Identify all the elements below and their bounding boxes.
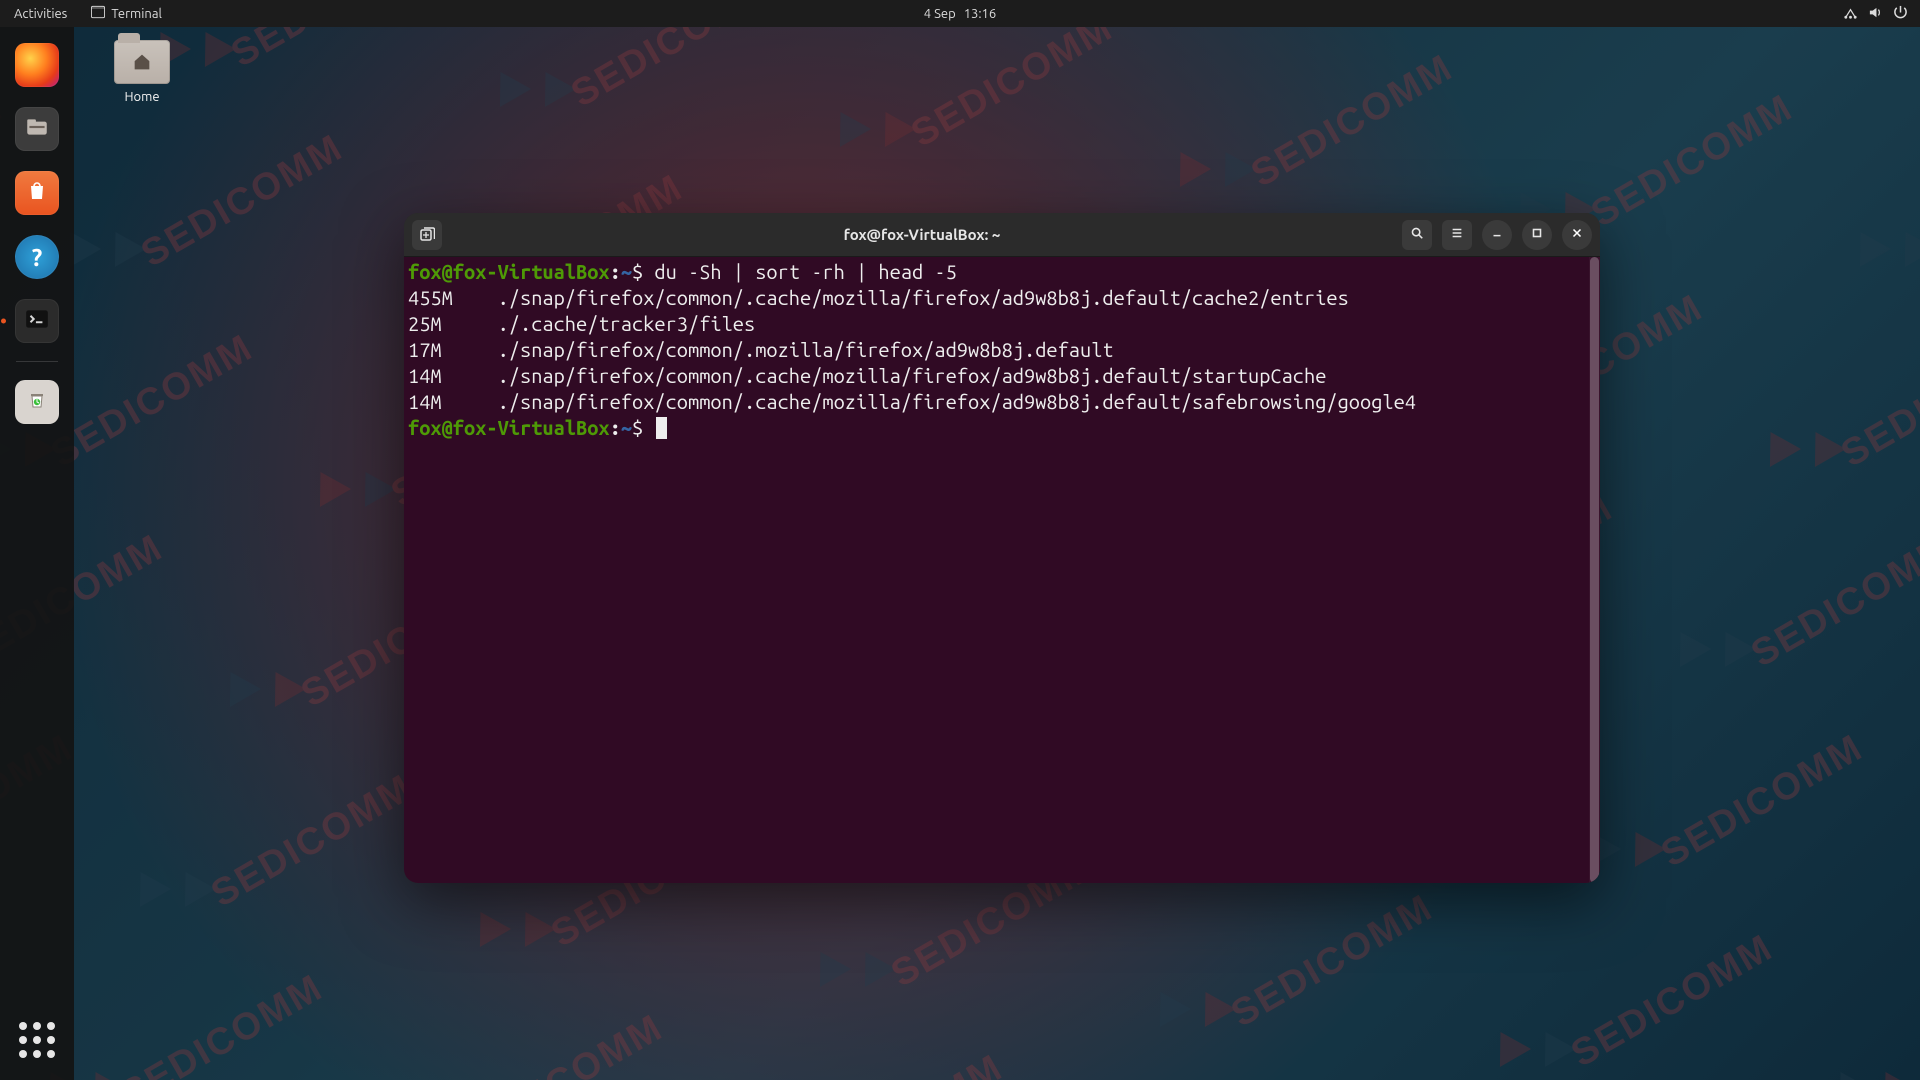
search-icon xyxy=(1410,226,1424,244)
clock[interactable]: 4 Sep 13:16 xyxy=(924,7,996,21)
menu-icon xyxy=(1450,226,1464,244)
trash-icon xyxy=(25,388,49,416)
scrollbar-thumb[interactable] xyxy=(1590,257,1599,883)
terminal-body[interactable]: fox@fox-VirtualBox:~$ du -Sh | sort -rh … xyxy=(404,257,1600,883)
shopping-bag-icon xyxy=(25,179,49,207)
cursor xyxy=(656,417,667,439)
show-applications-button[interactable] xyxy=(11,1014,63,1066)
dock-terminal[interactable] xyxy=(9,293,65,349)
volume-icon xyxy=(1868,5,1883,23)
hamburger-menu-button[interactable] xyxy=(1442,220,1472,250)
appmenu-label: Terminal xyxy=(111,7,162,21)
dock-separator xyxy=(16,361,58,362)
minimize-icon xyxy=(1490,226,1504,244)
new-tab-button[interactable] xyxy=(412,220,442,250)
dock: ? xyxy=(0,27,74,1080)
terminal-line-prompt: fox@fox-VirtualBox:~$ xyxy=(408,415,1596,441)
top-bar: Activities Terminal 4 Sep 13:16 xyxy=(0,0,1920,27)
dock-files[interactable] xyxy=(9,101,65,157)
terminal-output-line: 14M ./snap/firefox/common/.cache/mozilla… xyxy=(408,363,1596,389)
close-icon xyxy=(1570,226,1584,244)
desktop-home-folder[interactable]: Home xyxy=(92,40,192,104)
dock-help[interactable]: ? xyxy=(9,229,65,285)
dock-software[interactable] xyxy=(9,165,65,221)
terminal-output-line: 25M ./.cache/tracker3/files xyxy=(408,311,1596,337)
terminal-line-command: fox@fox-VirtualBox:~$ du -Sh | sort -rh … xyxy=(408,259,1596,285)
maximize-button[interactable] xyxy=(1522,220,1552,250)
clock-time: 13:16 xyxy=(964,7,997,21)
dock-trash[interactable] xyxy=(9,374,65,430)
window-title: fox@fox-VirtualBox: ~ xyxy=(442,226,1402,243)
desktop-home-label: Home xyxy=(92,90,192,104)
network-icon xyxy=(1843,5,1858,23)
terminal-output-line: 17M ./snap/firefox/common/.mozilla/firef… xyxy=(408,337,1596,363)
terminal-output: 455M ./snap/firefox/common/.cache/mozill… xyxy=(408,285,1596,415)
search-button[interactable] xyxy=(1402,220,1432,250)
terminal-output-line: 455M ./snap/firefox/common/.cache/mozill… xyxy=(408,285,1596,311)
appmenu-terminal[interactable]: Terminal xyxy=(81,5,172,22)
power-icon xyxy=(1893,5,1908,23)
files-icon xyxy=(24,114,50,144)
terminal-output-line: 14M ./snap/firefox/common/.cache/mozilla… xyxy=(408,389,1596,415)
maximize-icon xyxy=(1530,226,1544,244)
close-button[interactable] xyxy=(1562,220,1592,250)
terminal-app-icon xyxy=(24,306,50,336)
folder-icon xyxy=(114,40,170,84)
terminal-window: fox@fox-VirtualBox: ~ fo xyxy=(404,213,1600,883)
help-icon: ? xyxy=(32,244,43,271)
minimize-button[interactable] xyxy=(1482,220,1512,250)
system-tray[interactable] xyxy=(1843,5,1920,23)
terminal-titlebar[interactable]: fox@fox-VirtualBox: ~ xyxy=(404,213,1600,257)
clock-date: 4 Sep xyxy=(924,7,956,21)
terminal-scrollbar[interactable] xyxy=(1589,257,1600,883)
activities-button[interactable]: Activities xyxy=(0,7,81,21)
terminal-icon xyxy=(91,5,105,22)
desktop: SEDICOMMSEDICOMMSEDICOMMSEDICOMMSEDICOMM… xyxy=(0,0,1920,1080)
dock-firefox[interactable] xyxy=(9,37,65,93)
desktop-icons: Home xyxy=(92,40,192,104)
